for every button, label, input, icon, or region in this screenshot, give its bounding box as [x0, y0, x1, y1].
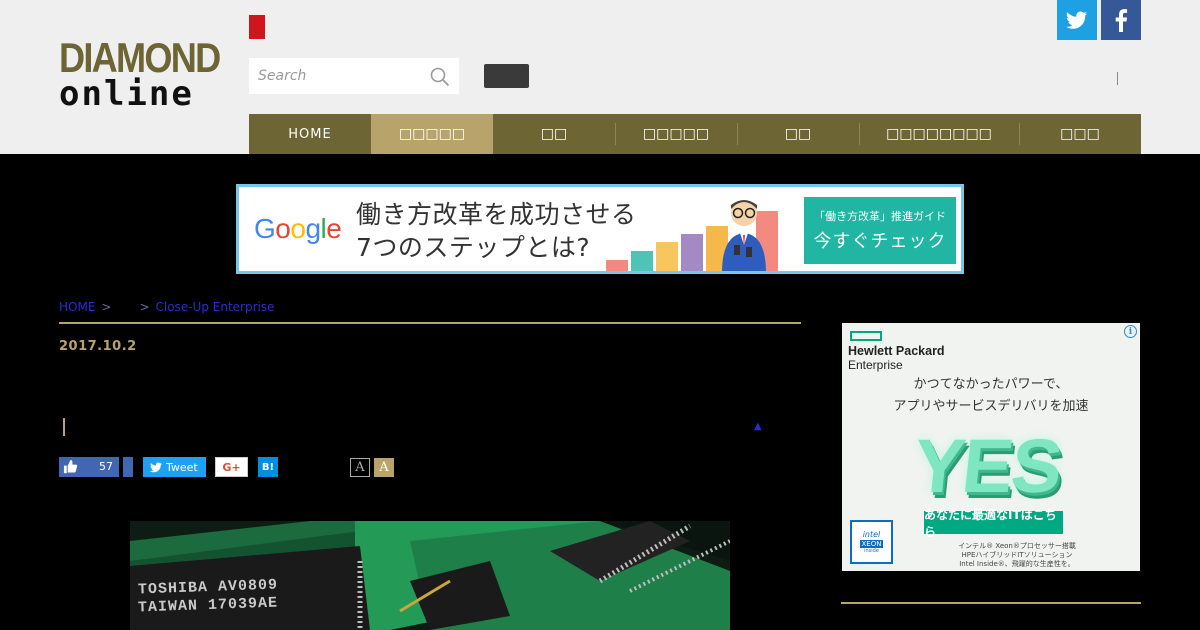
title-marker: [63, 418, 65, 436]
article-hero-image: TOSHIBA AV0809 TAIWAN 17039AE: [130, 521, 730, 630]
banner-cta-button[interactable]: 「働き方改革」推進ガイド 今すぐチェック: [804, 197, 956, 264]
facebook-follow-button[interactable]: [1101, 0, 1141, 40]
circuit-board-illustration: [130, 521, 730, 630]
article-date: 2017.10.2: [59, 339, 137, 354]
illustration-bar: [606, 260, 628, 271]
hatena-bookmark-button[interactable]: B!: [258, 457, 278, 477]
search-box: [249, 58, 459, 94]
intel-badge-mid: XEON: [859, 540, 884, 548]
article-top-rule: [59, 322, 801, 324]
main-nav: HOME □□□□□ □□ □□□□□ □□ □□□□□□□□ □□□: [249, 114, 1141, 154]
diamond-online-logo[interactable]: DIAMOND online: [59, 34, 224, 114]
nav-item-6[interactable]: □□□□□□□□: [859, 114, 1019, 154]
ad-copy: かつてなかったパワーで、 アプリやサービスデリバリを加速: [842, 374, 1140, 418]
breadcrumb-current[interactable]: Close-Up Enterprise: [156, 300, 275, 314]
tweet-label: Tweet: [166, 460, 198, 474]
google-logo-letter: g: [305, 213, 321, 244]
ad-info-icon[interactable]: i: [1124, 325, 1137, 338]
ad-copy-line1: かつてなかったパワーで、: [913, 377, 1069, 392]
nav-item-home[interactable]: HOME: [249, 114, 371, 154]
ad-fineprint: インテル® Xeon®プロセッサー搭載 HPEハイブリッドITソリューション I…: [902, 542, 1132, 569]
tweet-button[interactable]: Tweet: [143, 457, 206, 477]
like-count: 57: [99, 460, 113, 473]
header-dark-button[interactable]: [484, 64, 529, 88]
ad-copy-line2: アプリやサービスデリバリを加速: [893, 399, 1089, 414]
facebook-share-button[interactable]: [123, 457, 133, 477]
hpe-brand-line1: Hewlett Packard: [848, 344, 945, 358]
google-logo-letter: o: [290, 213, 306, 244]
red-flag-mark: [249, 15, 265, 39]
nav-item-2[interactable]: □□□□□: [371, 114, 493, 154]
google-logo-letter: G: [254, 213, 276, 244]
ad-fineprint-line3: Intel Inside®、飛躍的な生産性を。: [959, 560, 1075, 568]
google-logo-letter: o: [275, 213, 291, 244]
google-logo-letter: e: [326, 213, 342, 244]
intel-xeon-badge: intel XEON inside: [850, 520, 893, 564]
facebook-icon: [1115, 9, 1128, 32]
breadcrumb-separator: >: [101, 300, 112, 314]
logo-text-online: online: [59, 74, 194, 114]
search-input[interactable]: [249, 58, 419, 94]
hpe-sidebar-ad[interactable]: Hewlett Packard Enterprise i かつてなかったパワーで…: [842, 323, 1140, 571]
nav-item-3[interactable]: □□: [493, 114, 615, 154]
logo-text-diamond: DIAMOND: [59, 34, 221, 81]
banner-bar-illustration: [606, 187, 778, 271]
banner-cta-small: 「働き方改革」推進ガイド: [814, 210, 946, 223]
twitter-icon: [1066, 11, 1088, 29]
ad-fineprint-line2: HPEハイブリッドITソリューション: [961, 551, 1073, 559]
intel-badge-bottom: inside: [864, 548, 879, 554]
sidebar-rule: [841, 602, 1141, 604]
illustration-bar: [631, 251, 653, 271]
hpe-brand-line2: Enterprise: [848, 358, 903, 372]
google-banner-ad[interactable]: Google 働き方改革を成功させる 7つのステップとは? 「働き方改革」推進ガ…: [236, 184, 964, 274]
hpe-brand: Hewlett Packard Enterprise: [848, 344, 945, 372]
banner-headline: 働き方改革を成功させる 7つのステップとは?: [356, 198, 637, 264]
font-size-large-button[interactable]: A: [374, 458, 394, 477]
hpe-logo-rect: [850, 331, 882, 341]
twitter-bird-icon: [150, 462, 162, 472]
nav-item-5[interactable]: □□: [737, 114, 859, 154]
banner-headline-line1: 働き方改革を成功させる: [356, 200, 637, 229]
nav-item-4[interactable]: □□□□□: [615, 114, 737, 154]
header-separator: [1117, 72, 1118, 85]
illustration-bar: [681, 234, 703, 271]
illustration-bar: [656, 242, 678, 271]
facebook-like-button[interactable]: 57: [59, 457, 119, 477]
triangle-link[interactable]: ▲: [754, 421, 762, 432]
thumbs-up-icon: [63, 459, 78, 474]
site-header: DIAMOND online HOME □□□□□ □□ □□□□□ □□ □□…: [0, 0, 1200, 154]
intel-badge-top: intel: [862, 530, 881, 539]
font-size-small-button[interactable]: A: [350, 458, 370, 477]
breadcrumb-home[interactable]: HOME: [59, 300, 95, 314]
presenter-illustration: [722, 200, 766, 271]
banner-cta-label: 今すぐチェック: [813, 231, 947, 252]
twitter-follow-button[interactable]: [1057, 0, 1097, 40]
google-plus-button[interactable]: G+: [215, 457, 248, 477]
breadcrumb-separator: >: [139, 300, 150, 314]
nav-item-7[interactable]: □□□: [1019, 114, 1141, 154]
google-logo: Google: [254, 213, 342, 245]
ad-fineprint-line1: インテル® Xeon®プロセッサー搭載: [958, 542, 1076, 550]
ad-cta-button[interactable]: あなたに最適なITはこちら: [924, 508, 1063, 539]
breadcrumb: HOME > > Close-Up Enterprise: [59, 300, 275, 314]
ad-yes-graphic: YES: [909, 424, 1065, 509]
banner-headline-line2: 7つのステップとは?: [356, 233, 591, 262]
search-icon[interactable]: [429, 66, 451, 88]
